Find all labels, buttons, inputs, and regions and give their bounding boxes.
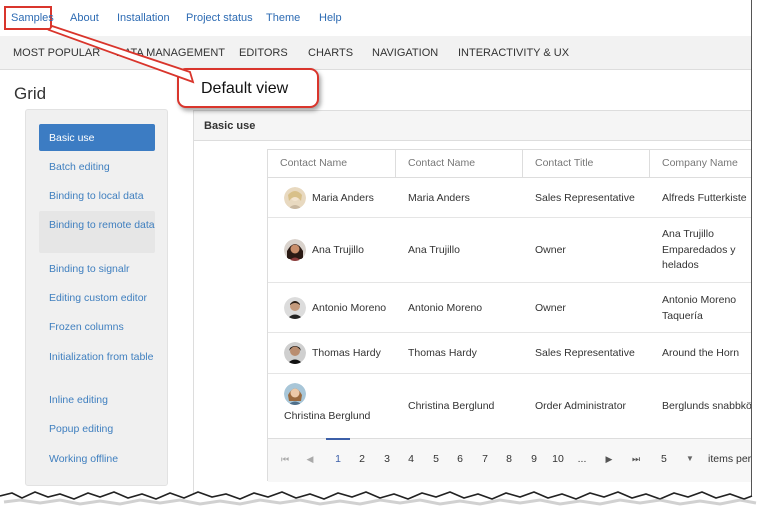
company-name: Alfreds Futterkiste	[662, 192, 747, 204]
sidebar-item-binding-signalr[interactable]: Binding to signalr	[39, 262, 155, 276]
company-name: Antonio Moreno Taquería	[662, 294, 737, 322]
avatar-name: Antonio Moreno	[312, 302, 387, 314]
contact-name: Antonio Moreno	[408, 302, 483, 314]
contact-title: Owner	[535, 244, 566, 256]
avatar-name: Thomas Hardy	[312, 347, 381, 359]
last-page-icon[interactable]: ⏭	[629, 454, 643, 465]
page-link-1[interactable]: 1	[331, 453, 345, 465]
data-grid: Contact Name Contact Name Contact Title …	[267, 149, 752, 482]
avatar-name: Maria Anders	[312, 192, 374, 204]
nav-installation[interactable]: Installation	[117, 12, 170, 24]
contact-title: Sales Representative	[535, 192, 635, 204]
category-charts[interactable]: CHARTS	[308, 47, 353, 59]
page-link-10[interactable]: 10	[549, 453, 567, 465]
page-size-select[interactable]: 5	[661, 453, 667, 465]
contact-name: Thomas Hardy	[408, 347, 477, 359]
contact-name: Ana Trujillo	[408, 244, 460, 256]
column-header-company-name[interactable]: Company Name	[650, 150, 751, 178]
table-row[interactable]: Ana Trujillo Ana Trujillo Owner Ana Truj…	[268, 218, 751, 283]
grid-pager: ⏮ ◀ 1 2 3 4 5 6 7 8 9 10 ... ▶ ⏭ 5 ▼ ite…	[268, 438, 752, 482]
current-page-indicator	[326, 438, 350, 440]
sidebar-item-frozen-columns[interactable]: Frozen columns	[39, 320, 155, 334]
callout-bubble: Default view	[177, 68, 319, 108]
callout-text: Default view	[201, 80, 289, 97]
grid-header: Contact Name Contact Name Contact Title …	[268, 150, 751, 178]
column-header-contact-name-2[interactable]: Contact Name	[396, 150, 523, 178]
app-window: Samples About Installation Project statu…	[0, 0, 752, 498]
page-link-7[interactable]: 7	[478, 453, 492, 465]
previous-page-icon[interactable]: ◀	[303, 454, 317, 465]
items-per-page-label: items per p	[708, 453, 752, 465]
torn-edge-decoration	[0, 491, 757, 523]
contact-name: Christina Berglund	[408, 400, 495, 412]
category-interactivity-ux[interactable]: INTERACTIVITY & UX	[458, 47, 569, 59]
sidebar-item-basic-use[interactable]: Basic use	[39, 124, 155, 151]
page-link-more[interactable]: ...	[575, 453, 589, 465]
nav-about[interactable]: About	[70, 12, 99, 24]
page-link-6[interactable]: 6	[453, 453, 467, 465]
company-name: Berglunds snabbköp	[662, 400, 752, 412]
company-name: Around the Horn	[662, 347, 740, 359]
sidebar-item-binding-remote-data[interactable]: Binding to remote data	[39, 211, 155, 253]
column-header-contact-name[interactable]: Contact Name	[268, 150, 396, 178]
top-navigation: Samples About Installation Project statu…	[0, 0, 751, 36]
sidebar-item-inline-editing[interactable]: Inline editing	[39, 393, 155, 407]
category-navigation[interactable]: NAVIGATION	[372, 47, 438, 59]
panel-header: Basic use	[194, 111, 751, 141]
page-link-5[interactable]: 5	[429, 453, 443, 465]
category-data-management[interactable]: DATA MANAGEMENT	[116, 47, 225, 59]
table-row[interactable]: Antonio Moreno Antonio Moreno Owner Anto…	[268, 283, 751, 333]
sidebar-item-binding-local-data[interactable]: Binding to local data	[39, 189, 155, 203]
page-title: Grid	[14, 84, 47, 103]
nav-help[interactable]: Help	[319, 12, 342, 24]
page-link-2[interactable]: 2	[355, 453, 369, 465]
page-link-9[interactable]: 9	[527, 453, 541, 465]
avatar-name: Christina Berglund	[284, 410, 371, 422]
avatar	[284, 383, 306, 405]
sidebar-item-batch-editing[interactable]: Batch editing	[39, 160, 155, 174]
page-link-3[interactable]: 3	[380, 453, 394, 465]
sidebar-item-initialization-from-table[interactable]: Initialization from table	[39, 350, 155, 364]
nav-theme[interactable]: Theme	[266, 12, 300, 24]
page-link-8[interactable]: 8	[502, 453, 516, 465]
sidebar-item-working-offline[interactable]: Working offline	[39, 452, 155, 466]
chevron-down-icon[interactable]: ▼	[686, 454, 694, 463]
next-page-icon[interactable]: ▶	[602, 454, 616, 465]
avatar	[284, 297, 306, 319]
table-row[interactable]: Christina Berglund Christina Berglund Or…	[268, 374, 752, 438]
avatar	[284, 239, 306, 261]
category-bar: MOST POPULAR DATA MANAGEMENT EDITORS CHA…	[0, 36, 751, 70]
first-page-icon[interactable]: ⏮	[278, 454, 292, 465]
sidebar-item-editing-custom-editor[interactable]: Editing custom editor	[39, 291, 155, 305]
category-most-popular[interactable]: MOST POPULAR	[13, 47, 100, 59]
contact-title: Owner	[535, 302, 566, 314]
sidebar: Basic use Batch editing Binding to local…	[25, 109, 168, 486]
contact-title: Order Administrator	[535, 400, 627, 412]
avatar	[284, 187, 306, 209]
table-row[interactable]: Thomas Hardy Thomas Hardy Sales Represen…	[268, 333, 751, 374]
category-editors[interactable]: EDITORS	[239, 47, 288, 59]
sidebar-item-popup-editing[interactable]: Popup editing	[39, 422, 155, 436]
company-name: Ana Trujillo Emparedados y helados	[662, 228, 736, 271]
page-link-4[interactable]: 4	[404, 453, 418, 465]
avatar-name: Ana Trujillo	[312, 244, 364, 256]
table-row[interactable]: Maria Anders Maria Anders Sales Represen…	[268, 178, 751, 218]
avatar	[284, 342, 306, 364]
nav-project-status[interactable]: Project status	[186, 12, 253, 24]
contact-title: Sales Representative	[535, 347, 635, 359]
column-header-contact-title[interactable]: Contact Title	[523, 150, 650, 178]
panel-title: Basic use	[204, 120, 256, 132]
nav-samples[interactable]: Samples	[11, 12, 54, 24]
contact-name: Maria Anders	[408, 192, 470, 204]
